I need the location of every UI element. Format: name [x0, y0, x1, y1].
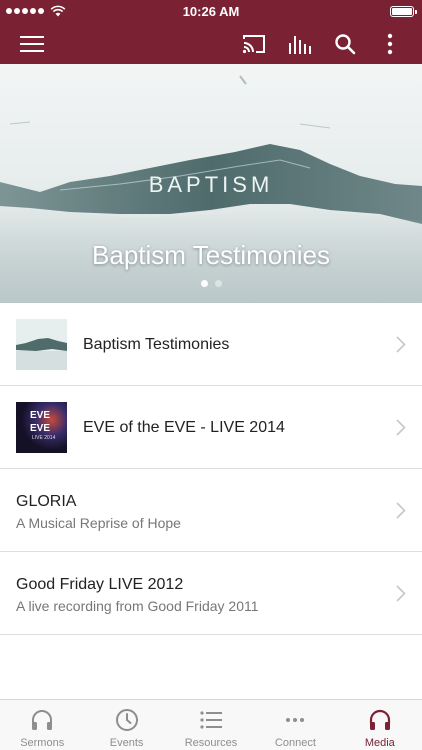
status-time: 10:26 AM — [182, 4, 240, 19]
tab-label: Resources — [184, 737, 238, 749]
tab-sermons[interactable]: Sermons — [0, 700, 84, 750]
tab-label: Media — [364, 737, 395, 749]
list-icon — [200, 711, 223, 729]
list-item-subtitle: A live recording from Good Friday 2011 — [16, 598, 259, 614]
search-button[interactable] — [329, 28, 361, 60]
audio-button[interactable] — [284, 28, 316, 60]
bottom-tab-bar: Sermons Events Resources Connect Media — [0, 699, 422, 750]
clock-icon — [115, 709, 138, 731]
baptism-thumbnail — [16, 319, 67, 370]
eve-thumb-text-2: EVE — [30, 423, 51, 434]
tab-label: Connect — [274, 737, 316, 749]
audio-bars-icon — [289, 36, 311, 54]
tab-label: Events — [109, 737, 144, 749]
tab-media[interactable]: Media — [338, 700, 422, 750]
hero-artwork-word: BAPTISM — [148, 172, 274, 197]
list-item-title: Good Friday LIVE 2012 — [16, 576, 184, 593]
pager-dot-1[interactable] — [200, 280, 208, 287]
list-item-subtitle: A Musical Reprise of Hope — [16, 515, 181, 531]
eve-thumb-text-3: LIVE 2014 — [32, 435, 56, 441]
chevron-right-icon — [396, 336, 406, 353]
list-item[interactable]: Good Friday LIVE 2012 A live recording f… — [0, 552, 422, 635]
status-bar: 10:26 AM — [0, 0, 422, 24]
tab-connect[interactable]: Connect — [253, 700, 337, 750]
headphones-icon — [369, 709, 390, 730]
list-item-title: GLORIA — [16, 493, 77, 510]
cast-button[interactable] — [238, 28, 270, 60]
menu-icon — [20, 36, 44, 52]
list-item[interactable]: EVE EVE LIVE 2014 EVE of the EVE - LIVE … — [0, 386, 422, 469]
eve-thumbnail: EVE EVE LIVE 2014 — [16, 402, 67, 453]
list-item[interactable]: Baptism Testimonies — [0, 303, 422, 386]
list-item-title: EVE of the EVE - LIVE 2014 — [83, 419, 285, 436]
media-list: Baptism Testimonies EVE EVE LIVE 2014 EV… — [0, 303, 422, 635]
chevron-right-icon — [396, 502, 406, 519]
featured-carousel[interactable]: BAPTISM Baptism Testimonies — [0, 64, 422, 303]
chevron-right-icon — [396, 585, 406, 602]
tab-events[interactable]: Events — [84, 700, 168, 750]
menu-button[interactable] — [16, 28, 48, 60]
eve-thumb-text-1: EVE — [30, 410, 51, 421]
battery-icon — [390, 6, 417, 17]
pager-dot-2[interactable] — [214, 280, 222, 287]
more-vertical-icon — [387, 33, 393, 55]
tab-label: Sermons — [20, 737, 65, 749]
hero-title: Baptism Testimonies — [92, 240, 330, 270]
tab-resources[interactable]: Resources — [169, 700, 253, 750]
search-icon — [335, 34, 356, 55]
more-options-button[interactable] — [374, 28, 406, 60]
list-item[interactable]: GLORIA A Musical Reprise of Hope — [0, 469, 422, 552]
headphones-icon — [32, 710, 53, 730]
cast-icon — [242, 35, 265, 54]
carousel-pager[interactable] — [0, 280, 422, 287]
top-nav-bar — [0, 24, 422, 64]
ellipsis-icon — [286, 718, 305, 722]
list-item-title: Baptism Testimonies — [83, 336, 230, 353]
chevron-right-icon — [396, 419, 406, 436]
